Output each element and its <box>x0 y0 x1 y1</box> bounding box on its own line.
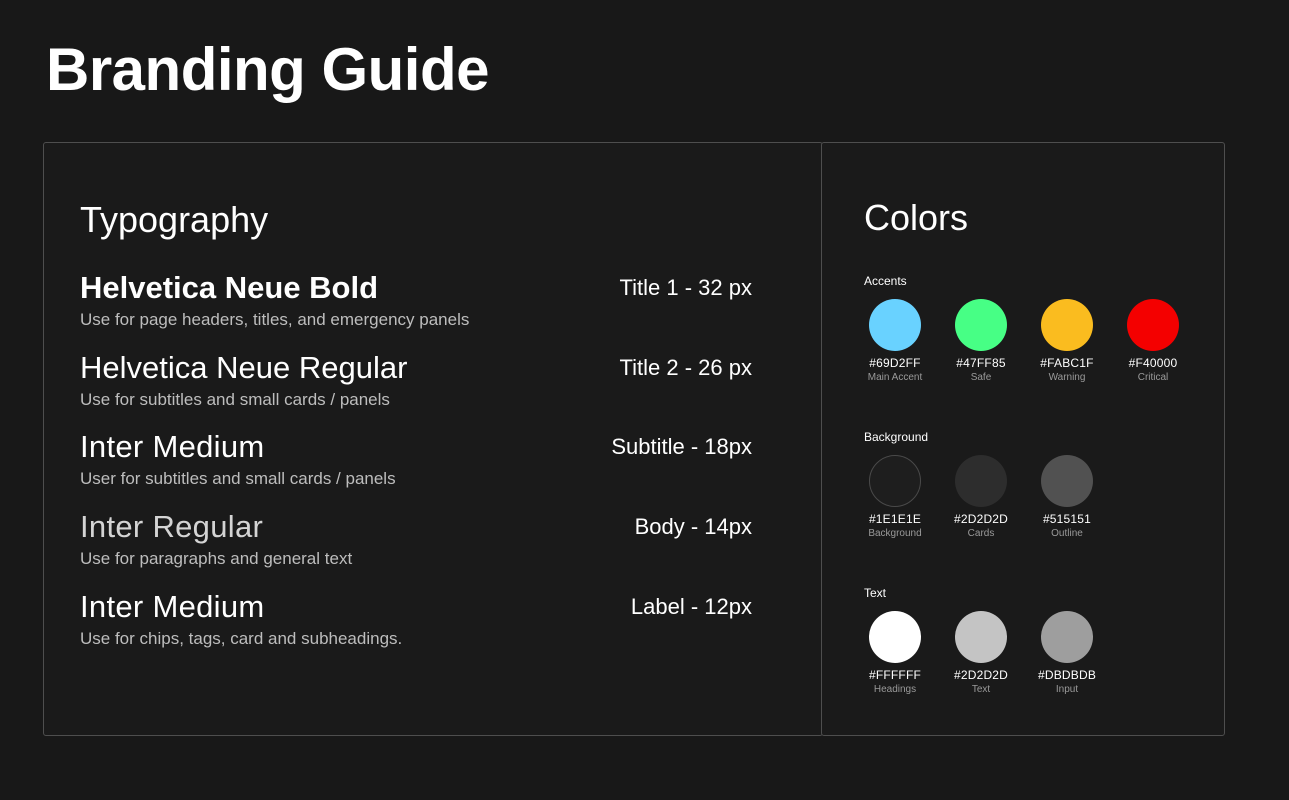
swatch-name: Warning <box>1048 372 1086 383</box>
typography-row-title1: Helvetica Neue Bold Title 1 - 32 px Use … <box>80 271 752 341</box>
color-swatch: #1E1E1E Background <box>852 455 938 541</box>
color-swatch: #47FF85 Safe <box>938 299 1024 385</box>
swatch-name: Input <box>1055 684 1079 695</box>
font-name: Helvetica Neue Regular <box>80 350 408 385</box>
swatch-hex: #FFFFFF <box>868 668 922 682</box>
swatch-name: Text <box>971 684 991 695</box>
font-name: Inter Medium <box>80 429 265 464</box>
swatch-name: Outline <box>1051 528 1083 539</box>
font-size-label: Title 2 - 26 px <box>619 355 752 380</box>
typography-row-subtitle: Inter Medium Subtitle - 18px User for su… <box>80 430 752 500</box>
color-swatch: #515151 Outline <box>1024 455 1110 541</box>
swatch-name: Critical <box>1137 372 1169 383</box>
font-description: Use for chips, tags, card and subheading… <box>80 629 403 648</box>
font-name: Helvetica Neue Bold <box>80 270 379 305</box>
font-name: Inter Regular <box>80 509 264 544</box>
swatch-circle <box>955 299 1007 351</box>
swatch-name: Cards <box>967 528 995 539</box>
font-size-label: Body - 14px <box>634 514 752 539</box>
swatch-circle <box>869 299 921 351</box>
color-swatch: #DBDBDB Input <box>1024 611 1110 697</box>
colors-panel: Colors Accents #69D2FF Main Accent #47FF… <box>821 142 1225 736</box>
accents-group-label: Accents <box>864 274 907 288</box>
font-description: User for subtitles and small cards / pan… <box>80 469 396 488</box>
color-swatch: #69D2FF Main Accent <box>852 299 938 385</box>
swatch-hex: #2D2D2D <box>953 668 1009 682</box>
color-swatch: #2D2D2D Cards <box>938 455 1024 541</box>
background-group-label: Background <box>864 430 929 444</box>
swatch-hex: #69D2FF <box>869 356 921 370</box>
swatch-hex: #1E1E1E <box>868 512 922 526</box>
swatch-name: Safe <box>970 372 992 383</box>
swatch-circle <box>1041 299 1093 351</box>
swatch-circle <box>869 611 921 663</box>
swatch-circle <box>955 455 1007 507</box>
typography-row-body: Inter Regular Body - 14px Use for paragr… <box>80 510 752 580</box>
swatch-circle <box>955 611 1007 663</box>
color-swatch: #FABC1F Warning <box>1024 299 1110 385</box>
page-title: Branding Guide <box>46 36 490 103</box>
typography-title: Typography <box>80 199 269 240</box>
font-size-label: Subtitle - 18px <box>611 434 752 459</box>
swatch-name: Main Accent <box>867 372 923 383</box>
font-description: Use for page headers, titles, and emerge… <box>80 310 470 329</box>
swatch-hex: #47FF85 <box>956 356 1006 370</box>
typography-row-label: Inter Medium Label - 12px Use for chips,… <box>80 590 752 660</box>
swatch-name: Background <box>868 528 922 539</box>
swatch-circle <box>1127 299 1179 351</box>
font-size-label: Label - 12px <box>630 594 752 619</box>
swatch-hex: #DBDBDB <box>1037 668 1097 682</box>
swatch-circle <box>1041 455 1093 507</box>
swatch-name: Headings <box>873 684 917 695</box>
font-description: Use for subtitles and small cards / pane… <box>80 390 390 409</box>
swatch-hex: #515151 <box>1042 512 1092 526</box>
font-size-label: Title 1 - 32 px <box>619 275 752 300</box>
swatch-circle <box>1041 611 1093 663</box>
font-name: Inter Medium <box>80 589 265 624</box>
colors-title: Colors <box>864 197 969 238</box>
color-swatch: #2D2D2D Text <box>938 611 1024 697</box>
text-group-label: Text <box>864 586 887 600</box>
color-swatch: #FFFFFF Headings <box>852 611 938 697</box>
font-description: Use for paragraphs and general text <box>80 549 353 568</box>
swatch-hex: #FABC1F <box>1040 356 1094 370</box>
typography-panel: Typography Helvetica Neue Bold Title 1 -… <box>43 142 823 736</box>
swatch-circle <box>869 455 921 507</box>
swatch-hex: #2D2D2D <box>953 512 1009 526</box>
swatch-hex: #F40000 <box>1128 356 1178 370</box>
typography-row-title2: Helvetica Neue Regular Title 2 - 26 px U… <box>80 351 752 421</box>
color-swatch: #F40000 Critical <box>1110 299 1196 385</box>
